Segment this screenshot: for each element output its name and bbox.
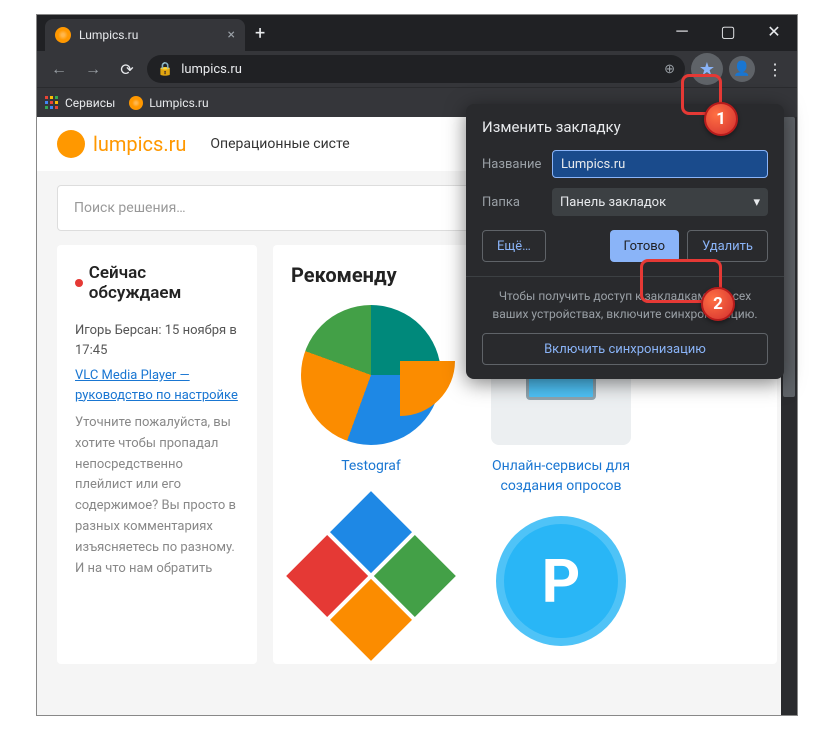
bookmark-item-lumpics[interactable]: Lumpics.ru [129, 96, 208, 110]
bookmark-name-input[interactable] [552, 150, 768, 178]
chevron-down-icon: ▾ [753, 195, 760, 210]
comment-meta: Игорь Берсан: 15 ноября в 17:45 [75, 321, 239, 360]
sidebar-heading: Сейчас обсуждаем [75, 263, 239, 303]
star-icon: ★ [699, 59, 715, 80]
divider [466, 276, 784, 277]
apps-label: Сервисы [65, 96, 115, 110]
toolbar: ← → ⟳ 🔒 lumpics.ru ⊕ ★ 👤 ⋮ [37, 51, 797, 87]
menu-button[interactable]: ⋮ [761, 55, 789, 83]
url-text: lumpics.ru [181, 62, 656, 77]
bookmark-label: Lumpics.ru [149, 96, 208, 110]
search-omnibox-icon[interactable]: ⊕ [664, 62, 675, 77]
maximize-icon[interactable]: ▢ [705, 15, 751, 47]
apps-shortcut[interactable]: Сервисы [45, 96, 115, 110]
profile-avatar[interactable]: 👤 [729, 56, 755, 82]
pie-chart-icon [301, 305, 441, 445]
annotation-callout-2: 2 [701, 287, 735, 321]
scroll-thumb[interactable] [783, 117, 795, 397]
titlebar: Lumpics.ru × + ─ ▢ ✕ [37, 15, 797, 51]
card-p[interactable] [481, 516, 641, 646]
p-logo-icon [496, 516, 626, 646]
name-label: Название [482, 157, 542, 172]
sidebar-discussion: Сейчас обсуждаем Игорь Берсан: 15 ноября… [57, 245, 257, 664]
tiles-icon [286, 491, 456, 661]
card-row [291, 516, 759, 646]
done-button[interactable]: Готово [610, 230, 680, 262]
site-logo[interactable]: lumpics.ru [57, 130, 186, 158]
card-label: Онлайн-сервисы для создания опросов [481, 457, 641, 496]
tab-title: Lumpics.ru [79, 28, 220, 42]
favicon-icon [129, 96, 143, 110]
new-tab-button[interactable]: + [245, 23, 275, 44]
address-bar[interactable]: 🔒 lumpics.ru ⊕ [147, 55, 685, 83]
close-icon[interactable]: ✕ [751, 15, 797, 47]
lock-icon: 🔒 [157, 62, 173, 77]
bookmark-star-button[interactable]: ★ [691, 53, 723, 85]
more-button[interactable]: Ещё… [482, 230, 546, 262]
folder-label: Папка [482, 195, 542, 210]
live-dot-icon [75, 279, 83, 287]
back-button[interactable]: ← [45, 55, 73, 83]
enable-sync-button[interactable]: Включить синхронизацию [482, 333, 768, 365]
favicon-icon [55, 27, 71, 43]
edit-bookmark-popup: Изменить закладку Название Папка Панель … [466, 104, 784, 379]
delete-button[interactable]: Удалить [687, 230, 768, 262]
logo-text: lumpics.ru [93, 132, 186, 156]
folder-select[interactable]: Панель закладок ▾ [552, 188, 768, 216]
forward-button: → [79, 55, 107, 83]
annotation-callout-1: 1 [704, 102, 738, 136]
comment-link[interactable]: VLC Media Player — руководство по настро… [75, 366, 239, 405]
minimize-icon[interactable]: ─ [659, 15, 705, 47]
window-controls: ─ ▢ ✕ [659, 15, 797, 47]
reload-button[interactable]: ⟳ [113, 55, 141, 83]
browser-tab[interactable]: Lumpics.ru × [45, 19, 245, 51]
comment-body: Уточните пожалуйста, вы хотите чтобы про… [75, 413, 239, 579]
card-testograf[interactable]: Testograf [291, 305, 451, 496]
folder-value: Панель закладок [560, 195, 666, 210]
card-tiles[interactable] [291, 516, 451, 646]
close-tab-icon[interactable]: × [228, 27, 235, 43]
apps-grid-icon [45, 96, 59, 110]
logo-icon [57, 130, 85, 158]
card-label: Testograf [291, 457, 451, 477]
nav-link-os[interactable]: Операционные систе [210, 136, 349, 152]
